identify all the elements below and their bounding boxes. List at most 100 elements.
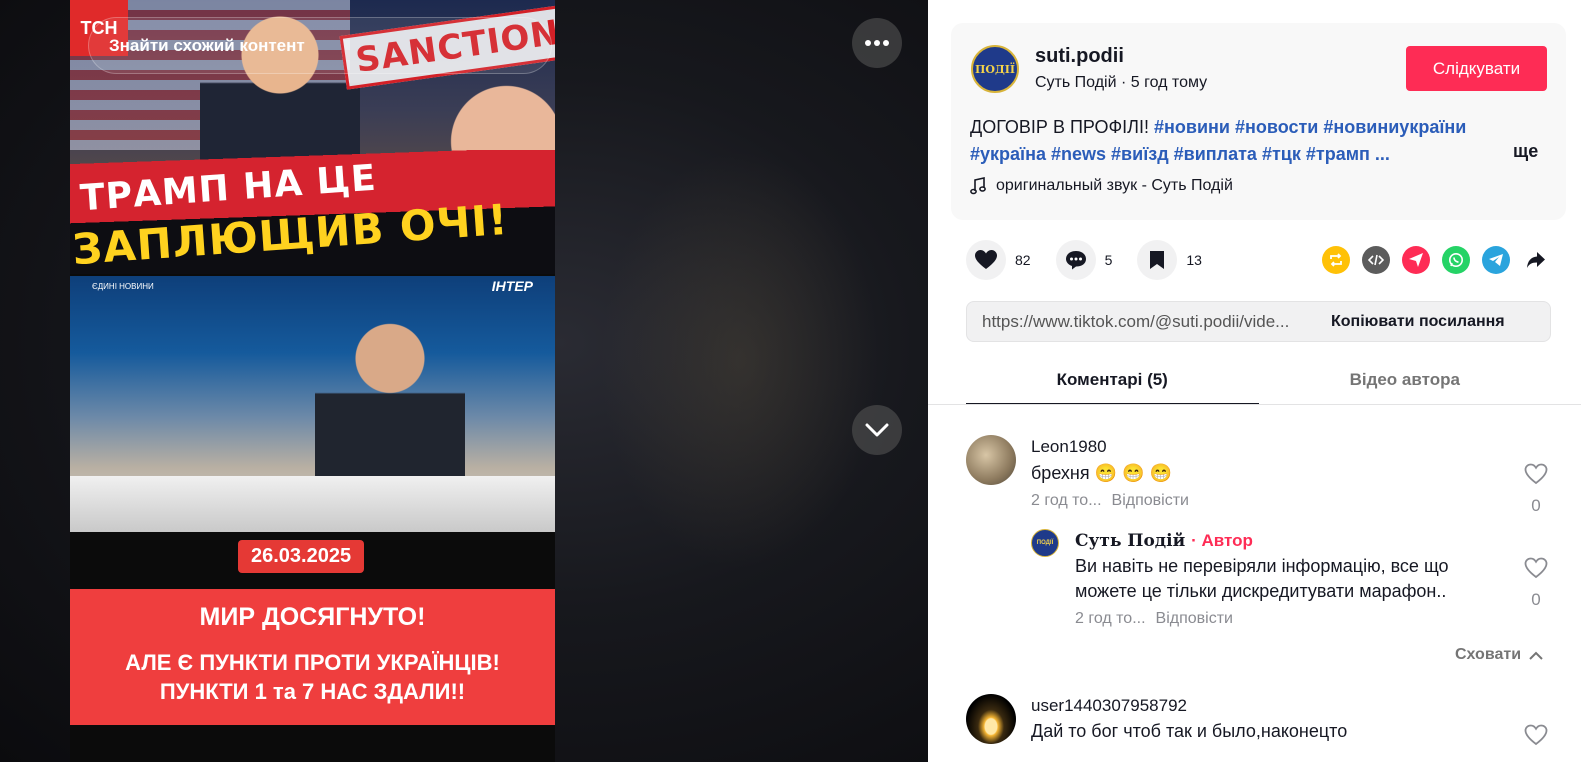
caption-text: ДОГОВІР В ПРОФІЛІ! [970, 117, 1149, 137]
follow-button[interactable]: Слідкувати [1406, 46, 1547, 91]
like-button[interactable] [966, 240, 1006, 280]
hide-replies-label: Сховати [1455, 646, 1522, 663]
comment-item: user1440307958792 Дай то бог чтоб так и … [966, 694, 1551, 762]
comment-like-count: 0 [1531, 590, 1541, 609]
chevron-up-icon [1529, 651, 1543, 660]
avatar[interactable]: ПОДІЇ [1031, 529, 1059, 557]
heart-outline-icon [1524, 724, 1548, 746]
heart-outline-icon [1524, 557, 1548, 579]
repost-button[interactable] [1322, 246, 1350, 274]
save-action: 13 [1137, 240, 1202, 280]
save-count: 13 [1186, 252, 1202, 268]
more-share-button[interactable] [1522, 246, 1550, 274]
hashtag-link[interactable]: #новиниукраїни [1323, 117, 1466, 137]
comment-username: Суть Подій · Автор [1075, 531, 1505, 551]
comment-like-count: 0 [1531, 496, 1541, 515]
share-arrow-icon [1527, 252, 1545, 268]
caption-panel: МИР ДОСЯГНУТО! АЛЕ Є ПУНКТИ ПРОТИ УКРАЇН… [70, 589, 555, 725]
code-icon [1368, 254, 1384, 266]
like-count: 82 [1015, 252, 1031, 268]
tab-comments[interactable]: Коментарі (5) [966, 360, 1259, 405]
caption-ellipsis: ... [1374, 144, 1390, 164]
post-caption: ДОГОВІР В ПРОФІЛІ! #новини #новости #нов… [970, 114, 1540, 168]
more-dots-icon [865, 40, 889, 46]
hashtag-link[interactable]: #новости [1235, 117, 1318, 137]
video-url[interactable]: https://www.tiktok.com/@suti.podii/vide.… [967, 312, 1319, 332]
panel-line-1: МИР ДОСЯГНУТО! [199, 603, 426, 631]
comment-username[interactable]: user1440307958792 [1031, 696, 1347, 716]
find-similar-content-button[interactable]: Знайти схожий контент [88, 17, 552, 74]
embed-button[interactable] [1362, 246, 1390, 274]
chevron-down-icon [865, 423, 889, 437]
date-badge: 26.03.2025 [238, 540, 365, 573]
video-player-area[interactable]: ТСН SANCTIONS ТРАМП НА ЦЕ ЗАПЛЮЩИВ ОЧІ! … [0, 0, 932, 762]
reply-item: ПОДІЇ Суть Подій · Автор Ви навіть не пе… [1031, 529, 1551, 639]
sound-link[interactable]: оригинальный звук - Суть Подій [970, 177, 1233, 195]
tabs: Коментарі (5) Відео автора [966, 360, 1551, 405]
heart-outline-icon [1524, 463, 1548, 485]
repost-icon [1330, 253, 1342, 267]
avatar[interactable] [966, 694, 1016, 744]
background-blur [600, 150, 880, 570]
comment-like[interactable]: 0 [1521, 557, 1551, 610]
comment-action: 5 [1055, 240, 1112, 280]
comment-text: Ви навіть не перевіряли інформацію, все … [1075, 556, 1449, 601]
save-button[interactable] [1137, 240, 1178, 280]
copy-link-button[interactable]: Копіювати посилання [1319, 313, 1505, 331]
tab-author-videos[interactable]: Відео автора [1259, 360, 1552, 405]
comment-like[interactable] [1521, 724, 1551, 751]
next-video-button[interactable] [852, 405, 902, 455]
author-badge: · Автор [1191, 531, 1253, 550]
hashtag-link[interactable]: #news [1051, 144, 1106, 164]
side-panel: ПОДІЇ suti.podii Суть Подій · 5 год тому… [928, 0, 1581, 762]
send-to-friends-button[interactable] [1402, 246, 1430, 274]
whatsapp-icon [1449, 253, 1463, 267]
author-avatar[interactable]: ПОДІЇ [971, 45, 1019, 93]
comment-text: Дай то бог чтоб так и было,наконецто [1031, 721, 1348, 741]
whatsapp-share-button[interactable] [1442, 246, 1470, 274]
reply-username[interactable]: Суть Подій [1075, 531, 1185, 551]
hashtag-link[interactable]: #виїзд [1111, 144, 1169, 164]
avatar[interactable] [966, 435, 1016, 485]
hide-replies-button[interactable]: Сховати [1455, 646, 1543, 664]
tabs-divider [928, 404, 1581, 405]
news-studio-image: ЄДИНІ НОВИНИ ІНТЕР [70, 276, 555, 532]
studio-logo-left: ЄДИНІ НОВИНИ [92, 282, 154, 291]
panel-line-2: АЛЕ Є ПУНКТИ ПРОТИ УКРАЇНЦІВ! [125, 650, 500, 675]
comment-button[interactable] [1055, 240, 1096, 280]
telegram-share-button[interactable] [1482, 246, 1510, 274]
hashtag-link[interactable]: #виплата [1174, 144, 1257, 164]
sound-name: оригинальный звук - Суть Подій [996, 177, 1233, 194]
paper-plane-icon [1409, 253, 1423, 267]
comment-time: 2 год то... [1075, 610, 1146, 627]
video-frame[interactable]: ТСН SANCTIONS ТРАМП НА ЦЕ ЗАПЛЮЩИВ ОЧІ! … [70, 0, 555, 762]
comment-time: 2 год то... [1031, 492, 1102, 509]
caption-more-button[interactable]: ще [1513, 141, 1538, 162]
comment-text: брехня 😁 😁 😁 [1031, 463, 1172, 483]
panel-line-3: ПУНКТИ 1 та 7 НАС ЗДАЛИ!! [159, 679, 466, 704]
bookmark-icon [1150, 251, 1165, 269]
comment-bubble-icon [1065, 251, 1086, 270]
more-options-button[interactable] [852, 18, 902, 68]
share-buttons [1322, 246, 1550, 274]
hashtag-link[interactable]: #новини [1154, 117, 1230, 137]
author-avatar-text: ПОДІЇ [974, 62, 1016, 76]
comment-username[interactable]: Leon1980 [1031, 437, 1189, 457]
hashtag-link[interactable]: #трамп [1306, 144, 1370, 164]
reply-button[interactable]: Відповісти [1156, 610, 1233, 627]
news-anchor [315, 321, 465, 491]
reply-button[interactable]: Відповісти [1112, 492, 1189, 509]
find-similar-label: Знайти схожий контент [109, 35, 305, 55]
hashtag-link[interactable]: #україна [970, 144, 1046, 164]
heart-icon [975, 250, 997, 269]
description-card: ПОДІЇ suti.podii Суть Подій · 5 год тому… [951, 23, 1566, 220]
studio-logo-right: ІНТЕР [491, 278, 533, 294]
comment-like[interactable]: 0 [1521, 463, 1551, 516]
author-username[interactable]: suti.podii [1035, 45, 1124, 68]
comment-meta: 2 год то... Відповісти [1075, 610, 1505, 628]
telegram-icon [1489, 254, 1503, 266]
news-desk [70, 476, 555, 532]
action-bar: 82 5 13 [966, 240, 1227, 280]
comment-item: Leon1980 брехня 😁 😁 😁 2 год то... Відпові… [966, 435, 1551, 520]
hashtag-link[interactable]: #тцк [1262, 144, 1301, 164]
